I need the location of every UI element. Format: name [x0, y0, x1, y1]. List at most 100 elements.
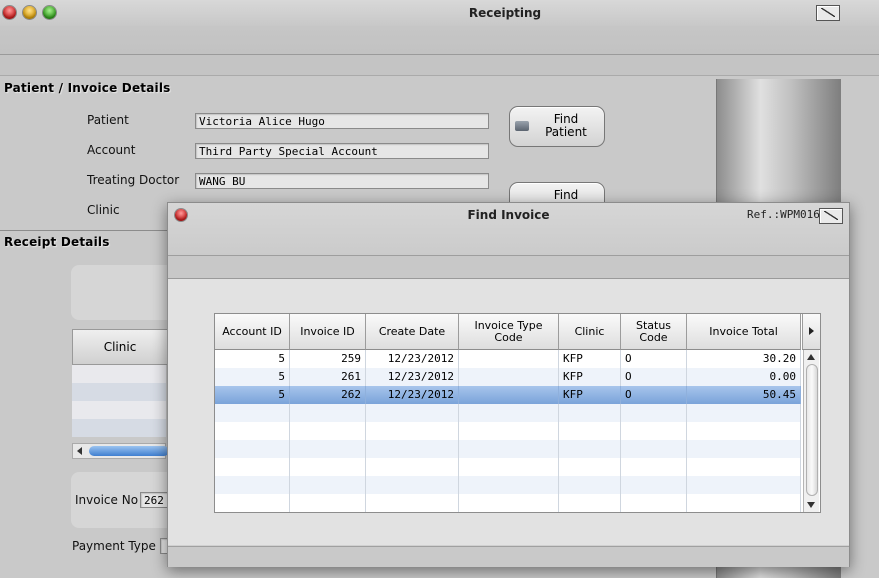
column-header-line: Invoice Type: [474, 318, 543, 332]
window-subtoolbar: [0, 55, 879, 76]
treating-doctor-label: Treating Doctor: [87, 173, 180, 187]
dialog-resize-icon[interactable]: [819, 208, 843, 224]
table-row[interactable]: 5 262 12/23/2012 KFP O 50.45: [215, 386, 801, 404]
cell-type-code: [459, 386, 559, 404]
cell-invoice-id: [290, 404, 366, 422]
table-row[interactable]: [72, 419, 166, 437]
cell-account-id: 5: [215, 368, 290, 386]
column-header-line: Status: [635, 318, 672, 332]
cell-total: [687, 494, 801, 512]
column-header-line: Create Date: [378, 324, 446, 338]
table-row[interactable]: [215, 440, 801, 458]
column-header[interactable]: Invoice Type Code: [459, 314, 559, 350]
table-row[interactable]: 5 259 12/23/2012 KFP O 30.20: [215, 350, 801, 368]
patient-field[interactable]: Victoria Alice Hugo: [195, 113, 489, 129]
find-patient-button[interactable]: Find Patient: [509, 106, 605, 147]
cell-create-date: [366, 458, 459, 476]
invoice-no-field[interactable]: 262: [140, 492, 170, 508]
cell-status: [621, 422, 687, 440]
column-header-line: Code: [639, 330, 668, 344]
cell-clinic: [559, 476, 621, 494]
cell-type-code: [459, 350, 559, 368]
cell-type-code: [459, 440, 559, 458]
cell-clinic: [559, 404, 621, 422]
cell-account-id: [215, 476, 290, 494]
column-header-label: Invoice Total: [709, 324, 778, 338]
find-patient-label-2: Patient: [545, 125, 587, 139]
scrollbar-thumb[interactable]: [806, 364, 818, 496]
section-divider: [0, 230, 170, 231]
table-row[interactable]: [215, 476, 801, 494]
window-resize-icon[interactable]: [816, 5, 840, 21]
cell-account-id: 5: [215, 350, 290, 368]
grid-header: Account ID Invoice ID Create Date Invoice T…: [215, 314, 801, 350]
cell-invoice-id: [290, 440, 366, 458]
column-header[interactable]: Account ID: [215, 314, 290, 350]
cell-invoice-id: 259: [290, 350, 366, 368]
cell-clinic: [559, 494, 621, 512]
table-row[interactable]: [72, 365, 166, 383]
cell-account-id: [215, 422, 290, 440]
cell-create-date: [366, 404, 459, 422]
cell-clinic: KFP: [559, 368, 621, 386]
dialog-footer: [168, 546, 849, 567]
scroll-left-icon[interactable]: [77, 447, 82, 455]
cell-type-code: [459, 404, 559, 422]
table-row[interactable]: [72, 383, 166, 401]
column-header-label: Clinic: [575, 325, 605, 338]
grid-rows: 5 259 12/23/2012 KFP O 30.20 5 261 12/23/2012 KFP…: [215, 350, 801, 512]
column-header-label: Invoice Type Code: [474, 318, 543, 344]
cell-account-id: [215, 494, 290, 512]
cell-total: 30.20: [687, 350, 801, 368]
cell-status: [621, 476, 687, 494]
vertical-scrollbar[interactable]: [803, 350, 819, 512]
cell-clinic: [559, 422, 621, 440]
column-header[interactable]: Invoice Total: [687, 314, 801, 350]
column-header[interactable]: Status Code: [621, 314, 687, 350]
cell-total: [687, 422, 801, 440]
cell-type-code: [459, 422, 559, 440]
scroll-down-icon[interactable]: [807, 502, 815, 508]
cell-status: O: [621, 386, 687, 404]
horizontal-scrollbar[interactable]: [72, 443, 169, 459]
cell-total: 50.45: [687, 386, 801, 404]
cell-invoice-id: [290, 422, 366, 440]
cell-total: [687, 476, 801, 494]
column-header[interactable]: Invoice ID: [290, 314, 366, 350]
window-toolbar: [0, 26, 879, 55]
cell-type-code: [459, 368, 559, 386]
table-row[interactable]: [215, 422, 801, 440]
table-row[interactable]: [215, 494, 801, 512]
cell-status: [621, 494, 687, 512]
column-menu-button[interactable]: [802, 314, 820, 350]
cell-status: O: [621, 368, 687, 386]
table-row[interactable]: [215, 404, 801, 422]
cell-status: O: [621, 350, 687, 368]
table-row[interactable]: 5 261 12/23/2012 KFP O 0.00: [215, 368, 801, 386]
treating-doctor-field[interactable]: WANG BU: [195, 173, 489, 189]
cell-clinic: [559, 440, 621, 458]
invoice-grid: Account ID Invoice ID Create Date Invoice T…: [214, 313, 821, 513]
receipt-info-box: [71, 265, 181, 320]
cell-account-id: 5: [215, 386, 290, 404]
column-header-label: Status Code: [635, 318, 672, 344]
cell-total: 0.00: [687, 368, 801, 386]
column-header-line: Invoice ID: [300, 324, 355, 338]
cell-status: [621, 440, 687, 458]
cell-create-date: 12/23/2012: [366, 386, 459, 404]
dialog-toolbar: [168, 256, 849, 279]
column-header-line: Invoice Total: [709, 324, 778, 338]
cell-total: [687, 440, 801, 458]
search-icon: [515, 121, 529, 131]
account-field[interactable]: Third Party Special Account: [195, 143, 489, 159]
column-header[interactable]: Create Date: [366, 314, 459, 350]
scrollbar-thumb[interactable]: [89, 446, 169, 456]
scroll-up-icon[interactable]: [807, 354, 815, 360]
cell-type-code: [459, 494, 559, 512]
column-header[interactable]: Clinic: [559, 314, 621, 350]
clinic-column-header[interactable]: Clinic: [72, 329, 168, 365]
cell-create-date: [366, 440, 459, 458]
table-row[interactable]: [215, 458, 801, 476]
cell-create-date: [366, 476, 459, 494]
table-row[interactable]: [72, 401, 166, 419]
